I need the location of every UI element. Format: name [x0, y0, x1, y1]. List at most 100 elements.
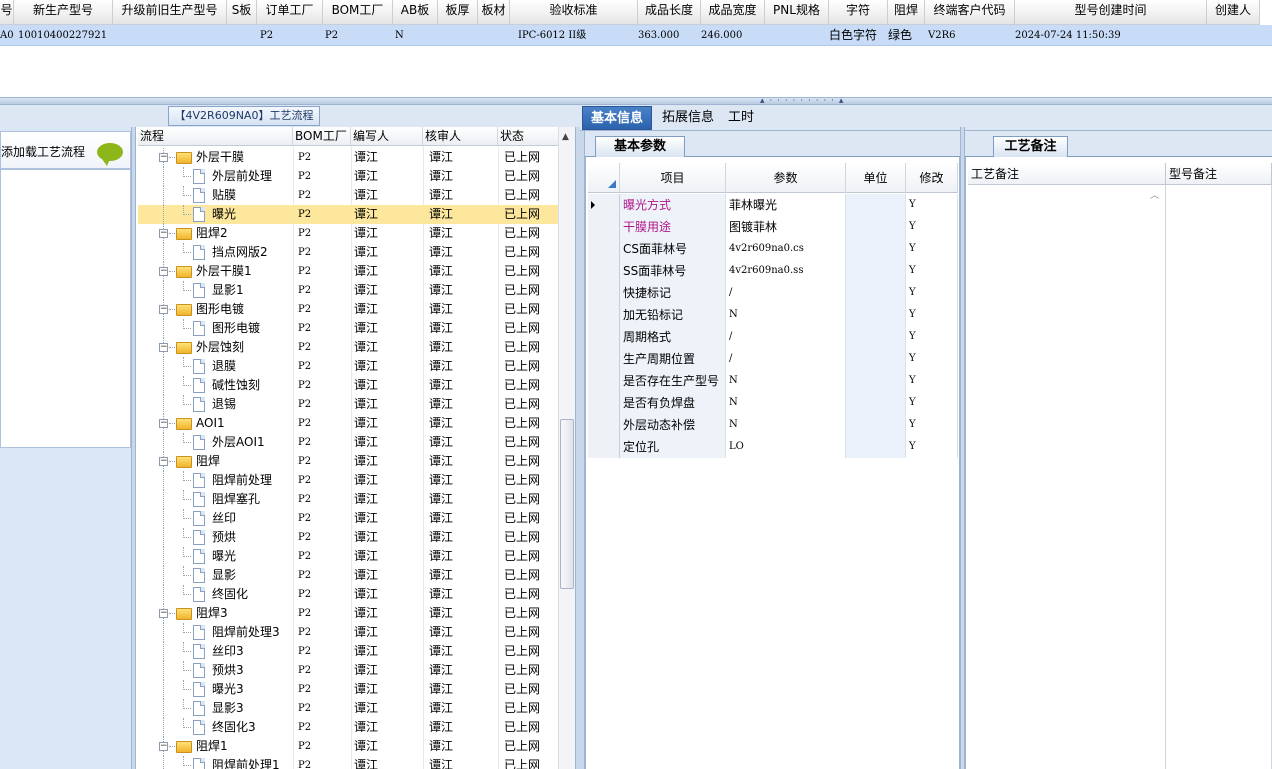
grid-col-header[interactable]: 阻焊	[888, 0, 925, 25]
tab-process-notes[interactable]: 工艺备注	[993, 136, 1068, 157]
param-col-value[interactable]: 参数	[726, 163, 846, 193]
grid-cell[interactable]: A0	[0, 25, 14, 46]
grid-col-header[interactable]: AB板	[393, 0, 438, 25]
collapse-icon[interactable]: −	[159, 153, 168, 162]
grid-col-header[interactable]: BOM工厂	[323, 0, 393, 25]
grid-cell[interactable]: 绿色	[888, 25, 912, 46]
row-indicator[interactable]	[588, 348, 620, 370]
param-row[interactable]: SS面菲林号 4v2r609na0.ss Y	[588, 260, 958, 282]
tab-extended-info[interactable]: 拓展信息	[654, 106, 722, 130]
tree-row[interactable]: − 阻焊 P2 谭江 谭江 已上网	[138, 452, 558, 471]
scroll-up-icon[interactable]: ▲	[562, 132, 569, 142]
collapse-icon[interactable]: −	[159, 267, 168, 276]
grid-cell[interactable]: 246.000	[701, 25, 742, 46]
tree-row[interactable]: 阻焊塞孔 P2 谭江 谭江 已上网	[138, 490, 558, 509]
param-col-item[interactable]: 项目	[620, 163, 726, 193]
param-value[interactable]: N	[726, 370, 846, 392]
row-indicator[interactable]	[588, 282, 620, 304]
grid-col-header[interactable]: 终端客户代码	[925, 0, 1015, 25]
tree-col-writer[interactable]: 编写人	[351, 127, 423, 146]
grid-cell[interactable]: N	[395, 25, 404, 46]
tree-row[interactable]: − 外层干膜 P2 谭江 谭江 已上网	[138, 148, 558, 167]
tree-row[interactable]: 显影 P2 谭江 谭江 已上网	[138, 566, 558, 585]
tree-row[interactable]: − 阻焊2 P2 谭江 谭江 已上网	[138, 224, 558, 243]
tree-row[interactable]: − AOI1 P2 谭江 谭江 已上网	[138, 414, 558, 433]
param-value[interactable]: /	[726, 282, 846, 304]
tree-row[interactable]: 碱性蚀刻 P2 谭江 谭江 已上网	[138, 376, 558, 395]
tree-row[interactable]: 阻焊前处理3 P2 谭江 谭江 已上网	[138, 623, 558, 642]
tab-basic-info[interactable]: 基本信息	[582, 106, 653, 130]
speech-bubble-icon[interactable]	[97, 143, 123, 166]
tree-row[interactable]: − 阻焊1 P2 谭江 谭江 已上网	[138, 737, 558, 756]
row-indicator[interactable]	[588, 370, 620, 392]
tree-row[interactable]: 退锡 P2 谭江 谭江 已上网	[138, 395, 558, 414]
tab-labor-hours[interactable]: 工时	[720, 106, 762, 130]
scroll-thumb[interactable]	[560, 419, 574, 589]
grid-cell[interactable]: 363.000	[638, 25, 679, 46]
tree-row[interactable]: 外层前处理 P2 谭江 谭江 已上网	[138, 167, 558, 186]
param-row[interactable]: 曝光方式 菲林曝光 Y	[588, 194, 958, 216]
param-value[interactable]: LO	[726, 436, 846, 458]
grid-col-header[interactable]: S板	[227, 0, 257, 25]
grid-selected-row[interactable]: A0 10010400227921 P2 P2 N IPC-6012 II级 363.000…	[0, 25, 1272, 46]
grid-col-header[interactable]: 创建人	[1207, 0, 1260, 25]
tree-row[interactable]: 挡点网版2 P2 谭江 谭江 已上网	[138, 243, 558, 262]
param-row[interactable]: 周期格式 / Y	[588, 326, 958, 348]
grid-col-header[interactable]: 板材	[478, 0, 510, 25]
tree-row[interactable]: 终固化 P2 谭江 谭江 已上网	[138, 585, 558, 604]
param-row[interactable]: 生产周期位置 / Y	[588, 348, 958, 370]
horizontal-splitter[interactable]: ▴ · · · · · · · · · ▴	[0, 97, 1272, 106]
row-indicator[interactable]	[588, 194, 620, 216]
row-indicator[interactable]	[588, 238, 620, 260]
param-row[interactable]: CS面菲林号 4v2r609na0.cs Y	[588, 238, 958, 260]
tree-row[interactable]: 曝光 P2 谭江 谭江 已上网	[138, 205, 558, 224]
param-row[interactable]: 外层动态补偿 N Y	[588, 414, 958, 436]
tree-scrollbar[interactable]: ▲	[558, 127, 575, 769]
grid-cell[interactable]: 10010400227921	[18, 25, 107, 46]
model-notes-text[interactable]	[1166, 185, 1272, 769]
collapse-icon[interactable]: −	[159, 343, 168, 352]
tree-row[interactable]: 阻焊前处理 P2 谭江 谭江 已上网	[138, 471, 558, 490]
grid-col-header[interactable]: 型号创建时间	[1015, 0, 1207, 25]
grid-col-header[interactable]: 板厚	[438, 0, 478, 25]
collapse-icon[interactable]: −	[159, 229, 168, 238]
grid-cell[interactable]: V2R6	[928, 25, 955, 46]
row-indicator[interactable]	[588, 216, 620, 238]
tree-row[interactable]: 曝光3 P2 谭江 谭江 已上网	[138, 680, 558, 699]
tree-col-reviewer[interactable]: 核审人	[423, 127, 498, 146]
collapse-icon[interactable]: −	[159, 742, 168, 751]
grid-col-header[interactable]: 字符	[829, 0, 888, 25]
grid-col-header[interactable]: 升级前旧生产型号	[113, 0, 227, 25]
param-value[interactable]: 4v2r609na0.ss	[726, 260, 846, 282]
tree-row[interactable]: 丝印 P2 谭江 谭江 已上网	[138, 509, 558, 528]
tree-row[interactable]: 图形电镀 P2 谭江 谭江 已上网	[138, 319, 558, 338]
row-indicator[interactable]	[588, 304, 620, 326]
tree-row[interactable]: 显影3 P2 谭江 谭江 已上网	[138, 699, 558, 718]
row-indicator[interactable]	[588, 392, 620, 414]
tree-row[interactable]: 预烘 P2 谭江 谭江 已上网	[138, 528, 558, 547]
param-col-modify[interactable]: 修改	[906, 163, 958, 193]
process-notes-text[interactable]	[968, 185, 1166, 769]
param-value[interactable]: N	[726, 414, 846, 436]
tree-row[interactable]: − 图形电镀 P2 谭江 谭江 已上网	[138, 300, 558, 319]
tree-row[interactable]: 曝光 P2 谭江 谭江 已上网	[138, 547, 558, 566]
tree-row[interactable]: 终固化3 P2 谭江 谭江 已上网	[138, 718, 558, 737]
param-value[interactable]: N	[726, 304, 846, 326]
splitter-grip-icon[interactable]: ▴ · · · · · · · · · ▴	[760, 97, 844, 106]
tab-basic-params[interactable]: 基本参数	[595, 136, 685, 157]
tree-row[interactable]: 显影1 P2 谭江 谭江 已上网	[138, 281, 558, 300]
param-col-unit[interactable]: 单位	[846, 163, 906, 193]
param-value[interactable]: 图镀菲林	[726, 216, 846, 238]
row-indicator[interactable]	[588, 326, 620, 348]
middle-vertical-splitter[interactable]	[575, 127, 585, 769]
grid-col-header[interactable]: 成品长度	[638, 0, 701, 25]
tree-row[interactable]: − 外层干膜1 P2 谭江 谭江 已上网	[138, 262, 558, 281]
tree-row[interactable]: − 外层蚀刻 P2 谭江 谭江 已上网	[138, 338, 558, 357]
row-indicator[interactable]	[588, 414, 620, 436]
param-value[interactable]: 4v2r609na0.cs	[726, 238, 846, 260]
param-row[interactable]: 是否存在生产型号 N Y	[588, 370, 958, 392]
tree-row[interactable]: 外层AOI1 P2 谭江 谭江 已上网	[138, 433, 558, 452]
param-row[interactable]: 快捷标记 / Y	[588, 282, 958, 304]
param-row[interactable]: 定位孔 LO Y	[588, 436, 958, 458]
left-vertical-splitter[interactable]	[131, 127, 136, 769]
